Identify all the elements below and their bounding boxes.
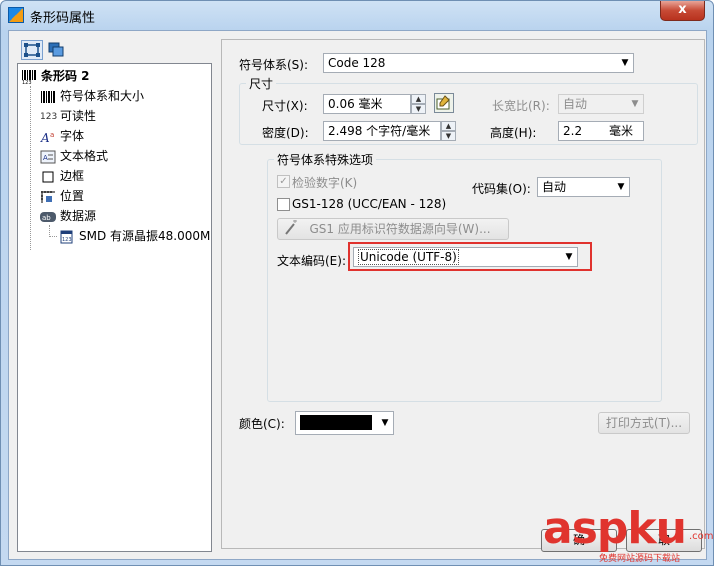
- tree-root-label: 条形码 2: [41, 69, 90, 83]
- border-icon: [40, 170, 56, 184]
- barcode-icon: 123: [21, 69, 37, 86]
- dialog-window: 条形码属性 x 123 条形码 2 符号体系和大小 123 可读性 A a 字体…: [0, 0, 714, 566]
- symbology-select[interactable]: Code 128 ▼: [323, 53, 634, 73]
- height-value: 2.2: [563, 124, 583, 138]
- symbology-value: Code 128: [328, 56, 386, 70]
- encoding-label: 文本编码(E):: [277, 254, 346, 268]
- color-label: 颜色(C):: [239, 417, 285, 431]
- tree-item-label: 边框: [60, 169, 85, 183]
- chevron-down-icon: ▼: [381, 418, 389, 428]
- height-label: 高度(H):: [490, 126, 537, 140]
- chevron-down-icon: ▼: [621, 58, 629, 68]
- position-icon: [40, 190, 56, 204]
- symbology-label: 符号体系(S):: [239, 58, 309, 72]
- variable-icon: 123: [59, 230, 75, 244]
- color-swatch: [300, 415, 372, 430]
- tree-item-label: 符号体系和大小: [60, 89, 145, 103]
- encoding-select[interactable]: Unicode (UTF-8) ▼: [353, 247, 578, 267]
- wand-icon: [284, 220, 298, 242]
- tree-item-text-format[interactable]: A 文本格式: [40, 147, 108, 165]
- height-unit: 毫米: [609, 124, 634, 138]
- tree-item-datasource[interactable]: ab 数据源: [40, 207, 96, 225]
- barcode-icon: [40, 90, 56, 104]
- print-method-button: 打印方式(T)...: [598, 412, 690, 434]
- codeset-value: 自动: [542, 180, 567, 194]
- checkdigit-label: 检验数字(K): [292, 176, 358, 190]
- size-input[interactable]: 0.06 毫米: [323, 94, 411, 114]
- text-format-icon: A: [40, 150, 56, 164]
- chevron-down-icon: ▼: [631, 99, 639, 109]
- gs1-wizard-label: GS1 应用标识符数据源向导(W)...: [309, 222, 491, 236]
- checkdigit-checkbox: ✓: [277, 175, 290, 188]
- height-input[interactable]: 2.2 毫米: [558, 121, 644, 141]
- size-group-title: 尺寸: [246, 75, 277, 92]
- tree-item-position[interactable]: 位置: [40, 187, 84, 205]
- tree-item-label: SMD 有源晶振48.000M: [79, 229, 211, 243]
- tree-item-border[interactable]: 边框: [40, 167, 84, 185]
- tree-item-symbology[interactable]: 符号体系和大小: [40, 87, 145, 105]
- tree-item-label: 数据源: [60, 209, 97, 223]
- gs1-checkbox[interactable]: [277, 198, 290, 211]
- property-tree: 123 条形码 2 符号体系和大小 123 可读性 A a 字体 A 文本格式 …: [17, 63, 212, 552]
- tree-item-readability[interactable]: 123 可读性: [40, 107, 96, 125]
- codeset-select[interactable]: 自动 ▼: [537, 177, 630, 197]
- watermark-domain: .com: [689, 531, 714, 542]
- tree-item-label: 字体: [60, 129, 85, 143]
- window-title: 条形码属性: [30, 11, 96, 26]
- density-input[interactable]: 2.498 个字符/毫米: [323, 121, 441, 141]
- size-label: 尺寸(X):: [262, 99, 308, 113]
- size-stepper[interactable]: ▲ ▼: [411, 94, 426, 114]
- svg-text:A: A: [43, 154, 48, 162]
- aspect-label: 长宽比(R):: [492, 99, 550, 113]
- tree-item-label: 文本格式: [60, 149, 109, 163]
- watermark-subtitle: 免费网站源码下载站: [599, 554, 681, 564]
- density-label: 密度(D):: [262, 126, 309, 140]
- tree-item-label: 可读性: [60, 109, 97, 123]
- tree-root[interactable]: 123 条形码 2: [21, 67, 90, 86]
- encoding-value: Unicode (UTF-8): [358, 249, 459, 265]
- svg-text:123: 123: [22, 80, 32, 84]
- special-options-title: 符号体系特殊选项: [274, 151, 377, 168]
- chevron-down-icon: ▼: [565, 252, 573, 262]
- chevron-down-icon: ▼: [617, 182, 625, 192]
- codeset-label: 代码集(O):: [472, 182, 531, 196]
- svg-text:123: 123: [62, 237, 72, 243]
- aspect-value: 自动: [563, 97, 588, 111]
- tree-item-data-child[interactable]: 123 SMD 有源晶振48.000M: [59, 227, 210, 245]
- gs1-wizard-button: GS1 应用标识符数据源向导(W)...: [277, 218, 509, 240]
- svg-text:A: A: [40, 131, 50, 144]
- select-object-icon[interactable]: [21, 40, 43, 60]
- aspect-select: 自动 ▼: [558, 94, 644, 114]
- watermark: aspku .com 免费网站源码下载站: [543, 503, 714, 565]
- tree-item-font[interactable]: A a 字体: [40, 127, 84, 145]
- color-picker[interactable]: ▼: [295, 411, 394, 435]
- tree-connector: [30, 86, 31, 250]
- app-icon: [8, 7, 24, 23]
- size-helper-icon[interactable]: [434, 93, 454, 113]
- density-stepper[interactable]: ▲ ▼: [441, 121, 456, 141]
- watermark-logo: aspku: [543, 503, 687, 554]
- datasource-icon: ab: [40, 210, 56, 224]
- title-bar: 条形码属性 x: [1, 1, 713, 29]
- tree-connector: [49, 236, 57, 237]
- layers-icon[interactable]: [46, 40, 68, 60]
- gs1-label: GS1-128 (UCC/EAN - 128): [292, 197, 447, 211]
- numbers-icon: 123: [40, 111, 58, 122]
- svg-text:ab: ab: [42, 214, 51, 222]
- font-icon: A a: [40, 130, 56, 145]
- svg-text:a: a: [50, 131, 54, 139]
- dialog-client: 123 条形码 2 符号体系和大小 123 可读性 A a 字体 A 文本格式 …: [8, 30, 707, 560]
- properties-panel: 符号体系(S): Code 128 ▼ 尺寸 尺寸(X): 0.06 毫米 ▲ ▼…: [221, 39, 705, 549]
- tree-item-label: 位置: [60, 189, 85, 203]
- close-button[interactable]: x: [660, 1, 705, 21]
